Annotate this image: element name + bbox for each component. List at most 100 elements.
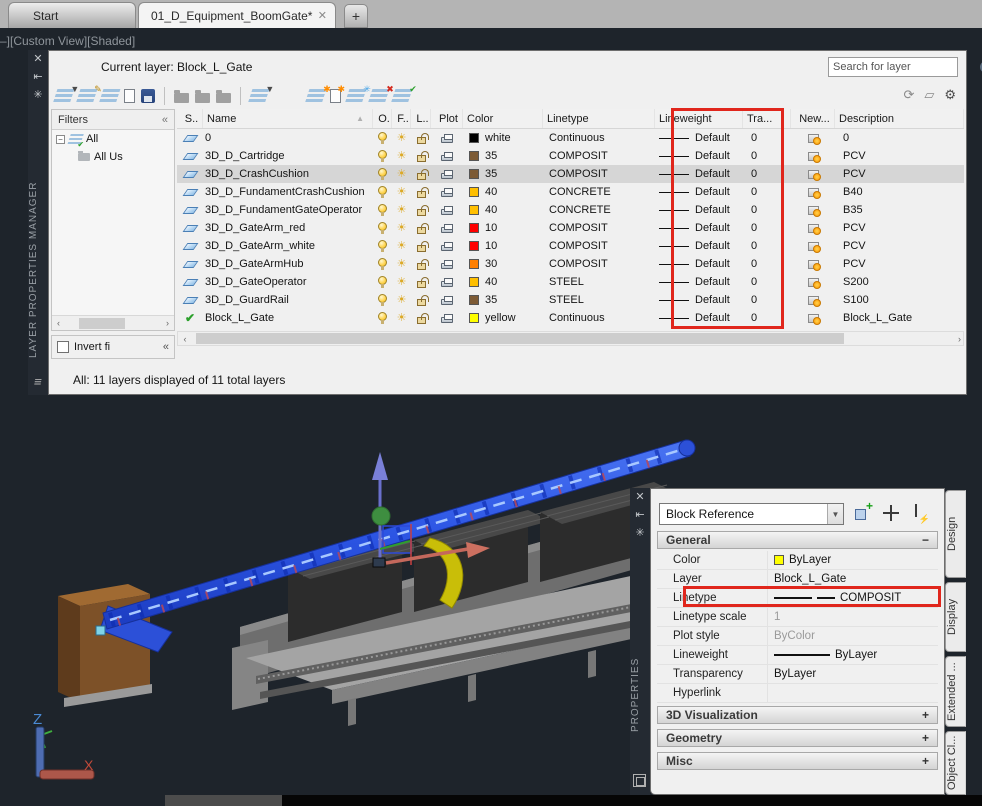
isolate-folder-icon[interactable] bbox=[174, 93, 189, 103]
scroll-thumb[interactable] bbox=[79, 318, 125, 329]
layer-plot-icon[interactable] bbox=[431, 147, 463, 165]
new-layer-icon[interactable] bbox=[305, 89, 327, 104]
layer-on-icon[interactable] bbox=[373, 309, 392, 327]
layer-color[interactable]: 10 bbox=[463, 219, 543, 237]
layer-transparency[interactable]: 0 bbox=[743, 291, 791, 309]
layer-lineweight[interactable]: Default bbox=[655, 291, 743, 309]
layer-plot-icon[interactable] bbox=[431, 273, 463, 291]
col-freeze[interactable]: F.. bbox=[392, 109, 411, 128]
layer-newvp-icon[interactable] bbox=[791, 147, 835, 165]
tab-display[interactable]: Display bbox=[945, 582, 966, 652]
layer-transparency[interactable]: 0 bbox=[743, 147, 791, 165]
layer-linetype[interactable]: Continuous bbox=[543, 129, 655, 147]
layer-lineweight[interactable]: Default bbox=[655, 273, 743, 291]
layer-freeze-icon[interactable]: ☀ bbox=[392, 201, 411, 219]
layer-color[interactable]: 40 bbox=[463, 273, 543, 291]
tab-object-class[interactable]: Object Cl... bbox=[945, 731, 966, 795]
layer-row[interactable]: 3D_D_Cartridge ☀ 35 COMPOSIT Default 0 P… bbox=[177, 147, 964, 165]
expand-section-icon[interactable]: + bbox=[922, 731, 929, 745]
section-general[interactable]: General − bbox=[657, 531, 938, 549]
object-type-select[interactable]: Block Reference ▼ bbox=[659, 503, 844, 525]
unisolate-folder-icon[interactable] bbox=[195, 93, 210, 103]
layer-unlock-icon[interactable] bbox=[411, 183, 431, 201]
layer-linetype[interactable]: COMPOSIT bbox=[543, 147, 655, 165]
search-input[interactable] bbox=[829, 61, 979, 73]
new-group-filter-icon[interactable] bbox=[76, 89, 98, 104]
prop-row-linetype[interactable]: Linetype COMPOSIT bbox=[657, 589, 938, 608]
layer-newvp-icon[interactable] bbox=[791, 255, 835, 273]
table-hscrollbar[interactable]: ‹ › bbox=[177, 331, 964, 346]
prop-row-lineweight[interactable]: Lineweight ByLayer bbox=[657, 646, 938, 665]
layer-freeze-icon[interactable]: ☀ bbox=[392, 147, 411, 165]
layer-lineweight[interactable]: Default bbox=[655, 309, 743, 327]
layer-color[interactable]: yellow bbox=[463, 309, 543, 327]
quick-properties-icon[interactable] bbox=[633, 774, 646, 787]
layer-transparency[interactable]: 0 bbox=[743, 165, 791, 183]
layer-on-icon[interactable] bbox=[373, 237, 392, 255]
col-plot[interactable]: Plot bbox=[431, 109, 463, 128]
col-name[interactable]: Name▲ bbox=[203, 109, 373, 128]
layer-unlock-icon[interactable] bbox=[411, 255, 431, 273]
layer-on-icon[interactable] bbox=[373, 165, 392, 183]
layer-newvp-icon[interactable] bbox=[791, 219, 835, 237]
layer-row[interactable]: 3D_D_FundamentCrashCushion ☀ 40 CONCRETE… bbox=[177, 183, 964, 201]
new-property-filter-icon[interactable] bbox=[53, 89, 75, 104]
layer-freeze-icon[interactable]: ☀ bbox=[392, 129, 411, 147]
layer-linetype[interactable]: COMPOSIT bbox=[543, 219, 655, 237]
invert-filter-checkbox[interactable] bbox=[57, 341, 69, 353]
layer-transparency[interactable]: 0 bbox=[743, 255, 791, 273]
layer-freeze-icon[interactable]: ☀ bbox=[392, 165, 411, 183]
layer-plot-icon[interactable] bbox=[431, 183, 463, 201]
layer-transparency[interactable]: 0 bbox=[743, 129, 791, 147]
section-misc[interactable]: Misc + bbox=[657, 752, 938, 770]
layer-newvp-icon[interactable] bbox=[791, 165, 835, 183]
layer-unlock-icon[interactable] bbox=[411, 165, 431, 183]
layer-plot-icon[interactable] bbox=[431, 255, 463, 273]
layer-newvp-icon[interactable] bbox=[791, 129, 835, 147]
folder-vp-icon[interactable] bbox=[216, 93, 231, 103]
layer-plot-icon[interactable] bbox=[431, 129, 463, 147]
palette-settings-icon[interactable]: ✳ bbox=[28, 86, 48, 104]
scroll-left-icon[interactable]: ‹ bbox=[52, 318, 65, 328]
layer-unlock-icon[interactable] bbox=[411, 309, 431, 327]
dropdown-arrow-icon[interactable]: ▼ bbox=[827, 504, 843, 524]
freeze-layer-icon[interactable] bbox=[345, 89, 367, 104]
layer-freeze-icon[interactable]: ☀ bbox=[392, 237, 411, 255]
layer-row-selected[interactable]: 3D_D_CrashCushion ☀ 35 COMPOSIT Default … bbox=[177, 165, 964, 183]
layer-merge-icon[interactable] bbox=[248, 89, 270, 104]
scroll-thumb[interactable] bbox=[196, 333, 844, 344]
layer-lineweight[interactable]: Default bbox=[655, 165, 743, 183]
layer-newvp-icon[interactable] bbox=[791, 201, 835, 219]
layer-freeze-icon[interactable]: ☀ bbox=[392, 273, 411, 291]
layer-color[interactable]: 40 bbox=[463, 201, 543, 219]
layer-unlock-icon[interactable] bbox=[411, 147, 431, 165]
layer-freeze-icon[interactable]: ☀ bbox=[392, 309, 411, 327]
layer-freeze-icon[interactable]: ☀ bbox=[392, 291, 411, 309]
layer-color[interactable]: white bbox=[463, 129, 543, 147]
layer-search[interactable] bbox=[828, 57, 958, 77]
filter-node-all-used[interactable]: All Us bbox=[52, 148, 174, 166]
layer-row[interactable]: 3D_D_GateOperator ☀ 40 STEEL Default 0 S… bbox=[177, 273, 964, 291]
col-on[interactable]: O. bbox=[373, 109, 392, 128]
palette-settings-icon[interactable]: ✳ bbox=[630, 524, 650, 542]
scroll-right-icon[interactable]: › bbox=[161, 318, 174, 328]
filters-hscrollbar[interactable]: ‹ › bbox=[52, 315, 174, 330]
layer-freeze-icon[interactable]: ☀ bbox=[392, 255, 411, 273]
layer-linetype[interactable]: CONCRETE bbox=[543, 183, 655, 201]
layer-lineweight[interactable]: Default bbox=[655, 129, 743, 147]
layer-unlock-icon[interactable] bbox=[411, 291, 431, 309]
layer-transparency[interactable]: 0 bbox=[743, 201, 791, 219]
layer-lineweight[interactable]: Default bbox=[655, 147, 743, 165]
collapse-section-icon[interactable]: − bbox=[922, 533, 929, 547]
isolate-icon[interactable]: ▱ bbox=[924, 87, 934, 103]
toggle-pickadd-icon[interactable] bbox=[853, 503, 873, 523]
layer-row[interactable]: 3D_D_GateArm_white ☀ 10 COMPOSIT Default… bbox=[177, 237, 964, 255]
layer-linetype[interactable]: CONCRETE bbox=[543, 201, 655, 219]
layer-lineweight[interactable]: Default bbox=[655, 237, 743, 255]
layer-transparency[interactable]: 0 bbox=[743, 237, 791, 255]
col-lineweight[interactable]: Lineweight bbox=[655, 109, 743, 128]
layer-unlock-icon[interactable] bbox=[411, 201, 431, 219]
collapse-filters-icon[interactable]: « bbox=[162, 114, 168, 126]
command-line-strip[interactable] bbox=[165, 795, 982, 806]
layer-linetype[interactable]: STEEL bbox=[543, 273, 655, 291]
